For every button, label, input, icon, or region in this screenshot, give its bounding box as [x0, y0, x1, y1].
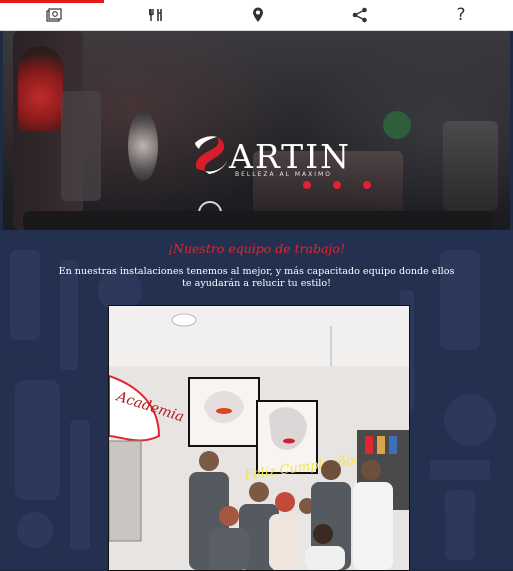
team-photo: Academia Feliz Cumpleaños: [108, 305, 410, 571]
nav-location[interactable]: [207, 0, 309, 30]
team-description: En nuestras instalaciones tenemos al mej…: [58, 266, 455, 289]
nav-share[interactable]: [309, 0, 411, 30]
top-navigation-bar: ?: [0, 0, 513, 31]
nav-gallery[interactable]: [3, 0, 105, 30]
salon-tools-icon: [149, 8, 163, 22]
brand-tagline: BELLEZA AL MAXIMO: [235, 171, 332, 178]
photo-gallery-icon: [46, 8, 62, 22]
team-title: ¡Nuestro equipo de trabajo!: [168, 241, 345, 256]
share-icon: [352, 7, 368, 23]
location-pin-icon: [252, 7, 264, 23]
brand-s-mark-icon: [195, 136, 227, 174]
brand-logo: ARTIN BELLEZA AL MAXIMO: [191, 123, 349, 189]
nav-services[interactable]: [105, 0, 207, 30]
team-photo-illustration: Academia Feliz Cumpleaños: [109, 306, 409, 570]
hero-banner: ARTIN BELLEZA AL MAXIMO: [3, 31, 510, 230]
nav-help[interactable]: ?: [410, 0, 512, 30]
help-icon: ?: [456, 5, 466, 25]
